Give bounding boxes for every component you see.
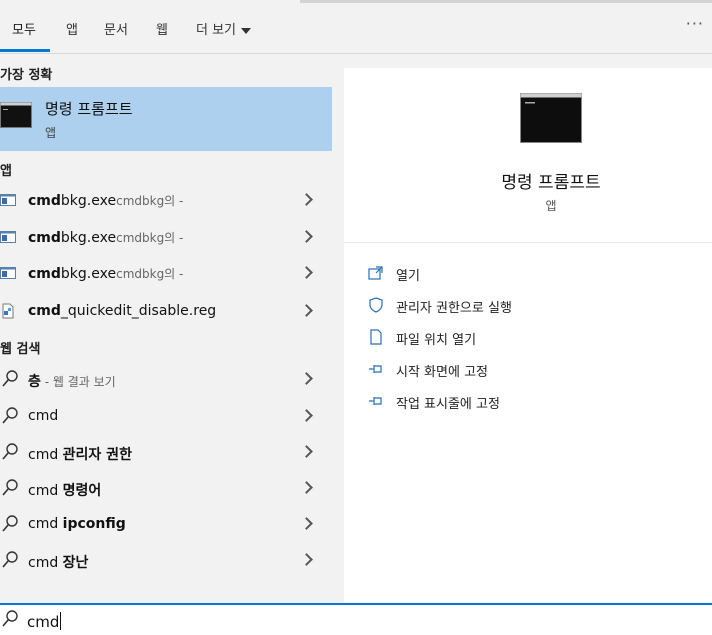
web-result-item[interactable]: cmd xyxy=(0,399,332,435)
app-result-item[interactable]: cmd_quickedit_disable.reg xyxy=(0,294,332,330)
tab-web[interactable]: 웹 xyxy=(156,19,168,38)
app-result-item[interactable]: cmdbkg.execmdbkg의 - xyxy=(0,256,332,292)
search-icon xyxy=(2,443,18,460)
tab-documents[interactable]: 문서 xyxy=(104,19,128,38)
web-result-query: cmd xyxy=(28,555,63,571)
command-prompt-icon xyxy=(520,93,582,143)
web-result-query: cmd xyxy=(28,408,59,424)
app-window-icon xyxy=(0,231,16,243)
tab-more-label: 더 보기 xyxy=(196,23,237,38)
web-result-query: cmd xyxy=(28,483,63,499)
web-result-item[interactable]: cmd 명령어 xyxy=(0,471,332,507)
app-window-icon xyxy=(0,194,16,206)
app-window-icon xyxy=(0,267,16,279)
tab-more[interactable]: 더 보기 xyxy=(196,19,252,38)
app-result-name: bkg.exe xyxy=(60,230,117,246)
app-result-item[interactable]: cmdbkg.execmdbkg의 - xyxy=(0,183,332,219)
app-result-name: _quickedit_disable.reg xyxy=(60,303,217,319)
web-result-hint: - 웹 결과 보기 xyxy=(40,375,116,389)
chevron-right-icon[interactable] xyxy=(300,304,313,317)
chevron-right-icon[interactable] xyxy=(300,372,313,385)
search-box[interactable]: cmd xyxy=(0,603,712,635)
action-pin-to-taskbar[interactable]: 작업 표시줄에 고정 xyxy=(368,390,668,414)
best-match-title: 명령 프롬프트 xyxy=(45,100,133,118)
chevron-right-icon[interactable] xyxy=(300,266,313,279)
app-result-location: cmdbkg의 - xyxy=(116,267,184,281)
action-run-as-admin[interactable]: 관리자 권한으로 실행 xyxy=(368,294,668,318)
shield-icon xyxy=(369,297,383,313)
action-open-file-location-label: 파일 위치 열기 xyxy=(396,333,477,348)
action-open-label: 열기 xyxy=(396,269,420,284)
search-icon xyxy=(2,610,18,627)
app-result-match: cmd xyxy=(28,193,61,209)
app-result-item[interactable]: cmdbkg.execmdbkg의 - xyxy=(0,220,332,256)
app-result-location: cmdbkg의 - xyxy=(116,194,184,208)
web-result-item[interactable]: 층 - 웹 결과 보기 xyxy=(0,362,332,398)
search-filter-tabs: 모두 앱 문서 웹 더 보기 ··· xyxy=(0,0,712,54)
app-result-name: bkg.exe xyxy=(60,266,117,282)
detail-subtitle: 앱 xyxy=(545,199,557,213)
web-result-item[interactable]: cmd ipconfig xyxy=(0,507,332,543)
chevron-right-icon[interactable] xyxy=(300,230,313,243)
registry-file-icon xyxy=(2,303,14,319)
apps-heading: 앱 xyxy=(0,164,12,179)
command-prompt-icon xyxy=(0,102,32,128)
more-options-button[interactable]: ··· xyxy=(686,14,704,33)
action-run-as-admin-label: 관리자 권한으로 실행 xyxy=(396,301,512,316)
web-result-suggestion: 관리자 권한 xyxy=(62,447,132,463)
window-edge-strip xyxy=(300,0,712,3)
web-result-item[interactable]: cmd 장난 xyxy=(0,543,332,579)
text-cursor xyxy=(60,612,62,630)
web-result-item[interactable]: cmd 관리자 권한 xyxy=(0,435,332,471)
action-open-file-location[interactable]: 파일 위치 열기 xyxy=(368,326,668,350)
search-input[interactable]: cmd xyxy=(27,612,62,631)
chevron-right-icon[interactable] xyxy=(300,517,313,530)
search-icon xyxy=(2,479,18,496)
best-match-heading: 가장 정확 xyxy=(0,68,53,83)
app-result-match: cmd xyxy=(28,303,61,319)
pin-icon xyxy=(369,397,382,405)
chevron-right-icon[interactable] xyxy=(300,481,313,494)
app-result-location: cmdbkg의 - xyxy=(116,231,184,245)
tab-apps[interactable]: 앱 xyxy=(66,19,78,38)
chevron-right-icon[interactable] xyxy=(300,553,313,566)
chevron-right-icon[interactable] xyxy=(300,193,313,206)
web-result-query: cmd xyxy=(28,447,63,463)
search-icon xyxy=(2,515,18,532)
web-result-suggestion: 층 xyxy=(28,374,41,390)
app-result-match: cmd xyxy=(28,230,61,246)
chevron-right-icon[interactable] xyxy=(300,445,313,458)
results-list: 가장 정확 명령 프롬프트 앱 앱 cmdbkg.execmdbkg의 - cm… xyxy=(0,54,332,602)
best-match-subtitle: 앱 xyxy=(45,126,57,140)
web-result-suggestion: ipconfig xyxy=(62,516,126,532)
action-pin-to-taskbar-label: 작업 표시줄에 고정 xyxy=(396,397,500,412)
web-result-query: cmd xyxy=(28,516,63,532)
web-result-suggestion: 명령어 xyxy=(62,483,102,499)
action-pin-to-start-label: 시작 화면에 고정 xyxy=(396,365,488,380)
action-pin-to-start[interactable]: 시작 화면에 고정 xyxy=(368,358,668,382)
search-icon xyxy=(2,551,18,568)
app-result-match: cmd xyxy=(28,266,61,282)
chevron-right-icon[interactable] xyxy=(300,409,313,422)
action-open[interactable]: 열기 xyxy=(368,262,668,286)
chevron-down-icon xyxy=(241,27,252,34)
app-result-name: bkg.exe xyxy=(60,193,117,209)
open-icon xyxy=(368,266,383,280)
search-icon xyxy=(2,407,18,424)
detail-title: 명령 프롬프트 xyxy=(501,173,601,193)
best-match-item[interactable]: 명령 프롬프트 앱 xyxy=(0,87,332,151)
detail-divider xyxy=(344,242,712,243)
search-icon xyxy=(2,370,18,387)
web-search-heading: 웹 검색 xyxy=(0,342,41,357)
file-location-icon xyxy=(370,329,382,345)
tab-all[interactable]: 모두 xyxy=(12,19,36,38)
search-input-value: cmd xyxy=(27,613,60,631)
pin-icon xyxy=(369,365,382,373)
active-tab-underline xyxy=(0,49,50,52)
web-result-suggestion: 장난 xyxy=(62,555,89,571)
detail-pane: 명령 프롬프트 앱 열기 관리자 권한으로 실행 파일 위치 열기 시작 화면에… xyxy=(344,68,712,602)
